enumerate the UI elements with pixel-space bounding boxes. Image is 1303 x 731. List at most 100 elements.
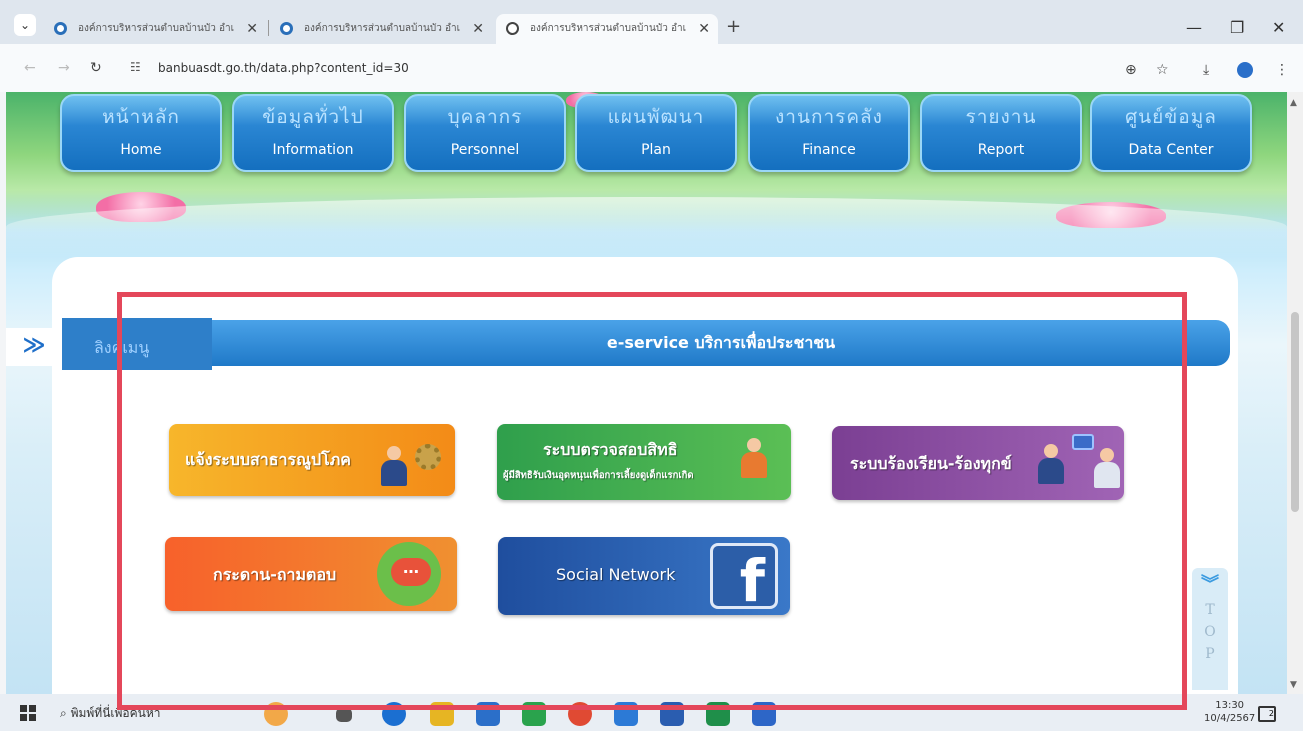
site-settings-icon[interactable]: ☷	[130, 60, 141, 74]
windows-taskbar	[0, 694, 1303, 731]
menu-label-th: ข้อมูลทั่วไป	[262, 106, 364, 128]
chat-bubble-icon: …	[377, 542, 441, 606]
service-label: แจ้งระบบสาธารณูปโภค	[185, 450, 351, 469]
globe-icon	[506, 22, 519, 35]
taskbar-search[interactable]: ⌕ พิมพ์ที่นี่เพื่อค้นหา	[60, 704, 161, 723]
menu-label-en: Plan	[641, 142, 671, 158]
menu-label-en: Report	[977, 142, 1025, 158]
menu-label-th: ศูนย์ข้อมูล	[1125, 106, 1217, 128]
service-label: Social Network	[556, 565, 676, 584]
service-rights-check-button[interactable]: ระบบตรวจสอบสิทธิ ผู้มีสิทธิรับเงินอุดหนุ…	[497, 424, 791, 500]
browser-tab-3-active[interactable]: องค์การบริหารส่วนตำบลบ้านบัว อำเ ✕	[496, 14, 718, 44]
browser-tab-1[interactable]: องค์การบริหารส่วนตำบลบ้านบัว อำเ ✕	[44, 14, 266, 44]
site-favicon-icon	[280, 22, 293, 35]
tab-title: องค์การบริหารส่วนตำบลบ้านบัว อำเ	[304, 23, 461, 34]
sidebar-toggle-icon[interactable]: ≫	[6, 328, 62, 366]
new-tab-button[interactable]: +	[726, 16, 741, 37]
menu-plan[interactable]: แผนพัฒนา Plan	[575, 94, 737, 172]
url-field[interactable]: banbuasdt.go.th/data.php?content_id=30	[158, 61, 409, 75]
menu-label-en: Finance	[802, 142, 856, 158]
clock-date: 10/4/2567	[1204, 713, 1256, 724]
notification-icon[interactable]: 2	[1258, 706, 1276, 722]
service-social-network-button[interactable]: Social Network f	[498, 537, 790, 615]
forward-icon[interactable]: →	[58, 60, 70, 76]
chevron-down-icon: ︾	[1201, 574, 1219, 595]
service-sublabel: ผู้มีสิทธิรับเงินอุดหนุนเพื่อการเลี้ยงดู…	[503, 470, 694, 481]
menu-label-th: แผนพัฒนา	[607, 106, 705, 128]
scroll-down-icon[interactable]: ▼	[1290, 680, 1297, 690]
back-to-top-button[interactable]: ︾ T O P	[1192, 568, 1228, 690]
tab-close-icon[interactable]: ✕	[472, 14, 484, 44]
restore-icon[interactable]: ❐	[1230, 18, 1244, 37]
tab-search-button[interactable]: ⌄	[14, 14, 36, 36]
taskbar-clock[interactable]: 13:30 10/4/2567	[1204, 699, 1255, 725]
screen-icon	[1072, 434, 1094, 450]
minimize-icon[interactable]: —	[1186, 18, 1202, 37]
service-label: กระดาน-ถามตอบ	[213, 565, 337, 584]
link-menu-label: ลิงค์เมนู	[94, 338, 150, 357]
file-explorer-icon[interactable]	[430, 702, 454, 726]
web-page: หน้าหลัก Home ข้อมูลทั่วไป Information บ…	[6, 92, 1287, 694]
bookmark-star-icon[interactable]: ☆	[1156, 62, 1169, 78]
menu-personnel[interactable]: บุคลากร Personnel	[404, 94, 566, 172]
browser-tab-bar: ⌄ องค์การบริหารส่วนตำบลบ้านบัว อำเ ✕ องค…	[0, 0, 1303, 44]
service-label: ระบบร้องเรียน-ร้องทุกข์	[850, 454, 1012, 473]
edge-browser-icon[interactable]	[382, 702, 406, 726]
scroll-thumb[interactable]	[1291, 312, 1299, 512]
excel-icon[interactable]	[706, 702, 730, 726]
mail-icon[interactable]	[614, 702, 638, 726]
mother-baby-icon	[741, 438, 767, 478]
menu-label-th: รายงาน	[965, 106, 1037, 128]
app-icon[interactable]	[752, 702, 776, 726]
water-decoration	[6, 197, 1287, 257]
menu-finance[interactable]: งานการคลัง Finance	[748, 94, 910, 172]
link-menu-tab[interactable]: ลิงค์เมนู	[62, 318, 212, 370]
more-menu-icon[interactable]: ⋮	[1275, 62, 1289, 78]
taskbar-search-text: พิมพ์ที่นี่เพื่อค้นหา	[70, 706, 161, 720]
clock-time: 13:30	[1215, 700, 1245, 711]
tab-title: องค์การบริหารส่วนตำบลบ้านบัว อำเ	[78, 23, 235, 34]
windows-start-icon[interactable]	[20, 705, 36, 721]
tab-separator	[268, 20, 269, 36]
profile-avatar-icon[interactable]	[1237, 62, 1253, 78]
download-icon[interactable]: ⤓	[1203, 62, 1209, 78]
service-complaint-button[interactable]: ระบบร้องเรียน-ร้องทุกข์	[832, 426, 1124, 500]
section-title: e-service บริการเพื่อประชาชน	[212, 320, 1230, 366]
menu-label-th: หน้าหลัก	[102, 106, 180, 128]
service-utility-report-button[interactable]: แจ้งระบบสาธารณูปโภค	[169, 424, 455, 496]
menu-report[interactable]: รายงาน Report	[920, 94, 1082, 172]
service-qa-board-button[interactable]: กระดาน-ถามตอบ …	[165, 537, 457, 611]
menu-label-en: Data Center	[1128, 142, 1214, 158]
menu-label-en: Information	[272, 142, 354, 158]
tab-close-icon[interactable]: ✕	[246, 14, 258, 44]
menu-home[interactable]: หน้าหลัก Home	[60, 94, 222, 172]
browser-tab-2[interactable]: องค์การบริหารส่วนตำบลบ้านบัว อำเ ✕	[270, 14, 492, 44]
tab-close-icon[interactable]: ✕	[698, 14, 710, 44]
citizen-icon	[1094, 448, 1120, 488]
reload-icon[interactable]: ↻	[90, 60, 102, 76]
zoom-icon[interactable]: ⊕	[1125, 62, 1137, 78]
gear-icon	[415, 444, 441, 470]
facebook-icon: f	[710, 543, 778, 615]
tab-title: องค์การบริหารส่วนตำบลบ้านบัว อำเ	[530, 23, 687, 34]
search-icon: ⌕	[60, 706, 67, 720]
service-label: ระบบตรวจสอบสิทธิ	[543, 440, 678, 459]
main-menu: หน้าหลัก Home ข้อมูลทั่วไป Information บ…	[60, 94, 1252, 174]
store-icon[interactable]	[476, 702, 500, 726]
menu-data-center[interactable]: ศูนย์ข้อมูล Data Center	[1090, 94, 1252, 172]
line-app-icon[interactable]	[522, 702, 546, 726]
page-scrollbar[interactable]: ▲ ▼	[1287, 92, 1303, 694]
people-app-icon[interactable]	[264, 702, 288, 726]
back-icon[interactable]: ←	[24, 60, 36, 76]
menu-label-en: Personnel	[450, 142, 520, 158]
officer-icon	[1038, 444, 1064, 484]
scroll-up-icon[interactable]: ▲	[1290, 98, 1297, 108]
task-view-icon[interactable]	[336, 708, 352, 722]
chrome-icon[interactable]	[568, 702, 592, 726]
menu-label-th: บุคลากร	[447, 106, 523, 128]
menu-information[interactable]: ข้อมูลทั่วไป Information	[232, 94, 394, 172]
top-letter: O	[1204, 624, 1216, 640]
officer-icon	[381, 446, 407, 486]
word-icon[interactable]	[660, 702, 684, 726]
close-window-icon[interactable]: ✕	[1272, 18, 1285, 37]
